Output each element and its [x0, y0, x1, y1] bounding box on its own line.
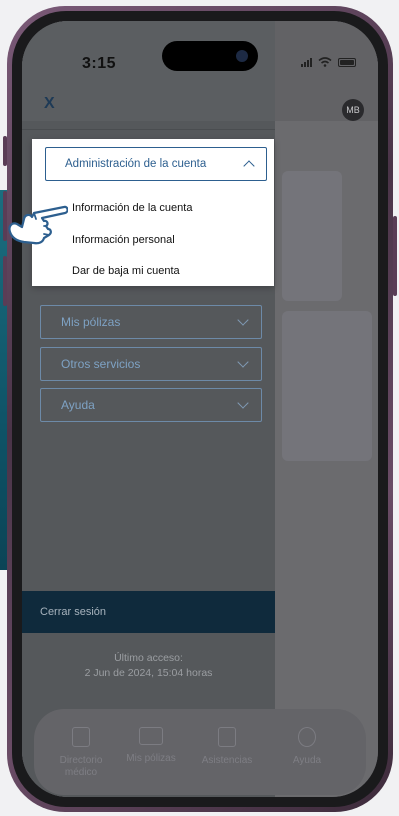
account-menu-popup: Administración de la cuenta Información …	[32, 139, 274, 286]
divider	[22, 129, 275, 130]
menu-header	[22, 21, 275, 121]
chevron-down-icon	[237, 356, 249, 368]
menu-section-mis-polizas[interactable]: Mis pólizas	[40, 305, 262, 339]
battery-icon	[338, 57, 356, 67]
menu-section-label: Mis pólizas	[61, 315, 121, 329]
chevron-down-icon	[237, 397, 249, 409]
background-card	[282, 311, 372, 461]
status-icons	[301, 57, 356, 67]
menu-section-label: Otros servicios	[61, 357, 141, 371]
help-icon	[298, 727, 316, 747]
background-card	[282, 171, 342, 301]
phone-side-button	[3, 136, 7, 166]
nav-item-asistencias[interactable]: Asistencias	[192, 727, 262, 767]
last-access: Último acceso: 2 Jun de 2024, 15:04 hora…	[22, 651, 275, 681]
nav-label: Asistencias	[201, 755, 253, 766]
card-icon	[139, 727, 163, 745]
menu-item-informacion-personal[interactable]: Información personal	[72, 234, 175, 246]
bottom-nav: Directorio médico Mis pólizas Asistencia…	[34, 709, 366, 795]
nav-label: Ayuda	[292, 755, 322, 766]
last-access-value: 2 Jun de 2024, 15:04 horas	[84, 667, 213, 679]
wifi-icon	[318, 57, 332, 67]
nav-item-directorio[interactable]: Directorio médico	[46, 727, 116, 779]
phonebook-icon	[72, 727, 90, 747]
menu-section-ayuda[interactable]: Ayuda	[40, 388, 262, 422]
nav-label: Mis pólizas	[126, 753, 176, 764]
menu-item-informacion-cuenta[interactable]: Información de la cuenta	[72, 202, 192, 214]
chevron-down-icon	[237, 314, 249, 326]
status-time: 3:15	[82, 55, 117, 72]
phone-power-button	[393, 216, 397, 296]
account-menu-title: Administración de la cuenta	[65, 158, 207, 170]
phone-frame: MB X Mis pólizas Otros servicios Ayuda C…	[3, 6, 397, 812]
chevron-up-icon	[243, 160, 255, 172]
nav-label: Directorio médico	[59, 755, 103, 778]
menu-section-otros-servicios[interactable]: Otros servicios	[40, 347, 262, 381]
signal-icon	[301, 57, 312, 67]
phone-side-button	[3, 256, 7, 306]
dynamic-island	[162, 41, 258, 71]
logout-button[interactable]: Cerrar sesión	[22, 591, 275, 633]
last-access-label: Último acceso:	[114, 652, 183, 664]
camera-icon	[236, 50, 248, 62]
avatar[interactable]: MB	[342, 99, 364, 121]
menu-section-label: Ayuda	[61, 398, 95, 412]
menu-item-dar-de-baja[interactable]: Dar de baja mi cuenta	[72, 265, 180, 277]
side-menu: X Mis pólizas Otros servicios Ayuda Cerr…	[22, 21, 275, 797]
account-menu-toggle[interactable]: Administración de la cuenta	[45, 147, 267, 181]
nav-item-ayuda[interactable]: Ayuda	[272, 727, 342, 767]
nav-item-mis-polizas[interactable]: Mis pólizas	[116, 727, 186, 765]
close-icon[interactable]: X	[44, 95, 55, 113]
phone-screen: MB X Mis pólizas Otros servicios Ayuda C…	[22, 21, 378, 797]
document-icon	[218, 727, 236, 747]
hand-pointer-icon	[8, 205, 68, 245]
